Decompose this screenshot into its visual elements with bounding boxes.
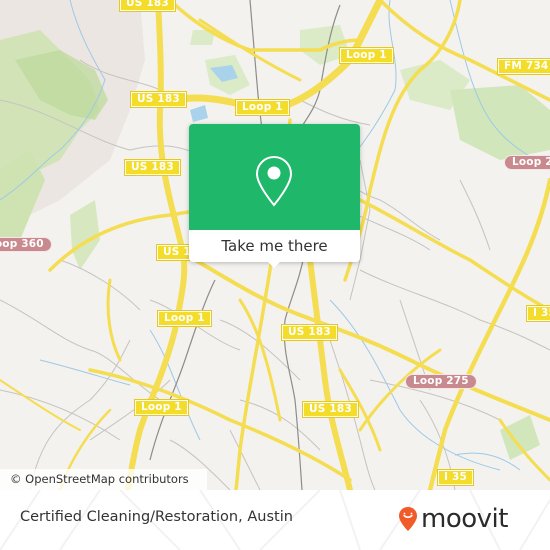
- popup-header: [189, 124, 360, 230]
- road-label-loop1: Loop 1: [339, 47, 394, 64]
- moovit-smile-pin-icon: [399, 507, 417, 531]
- park-area: [500, 415, 540, 460]
- moovit-logo[interactable]: moovit: [398, 504, 508, 534]
- road-label-us183: US 183: [124, 159, 181, 176]
- road-label-us183: US 183: [130, 91, 187, 108]
- map-attribution[interactable]: © OpenStreetMap contributors: [0, 469, 207, 490]
- road-label-loop1: Loop 1: [134, 399, 189, 416]
- road-label-loop275: Loop 275: [504, 155, 550, 170]
- road-label-us183: US 183: [119, 0, 176, 12]
- park-area: [450, 85, 550, 160]
- popup-pointer: [267, 261, 281, 268]
- road-label-i35: I 35: [437, 469, 474, 486]
- take-me-there-button[interactable]: Take me there: [189, 230, 360, 262]
- footer-bar: Certified Cleaning/Restoration, Austin m…: [0, 490, 550, 550]
- place-name: Certified Cleaning/Restoration, Austin: [20, 509, 293, 525]
- map-pin-icon: [255, 155, 293, 207]
- water-pond: [190, 105, 208, 122]
- road-label-i35: I 35: [526, 305, 550, 322]
- moovit-wordmark: moovit: [421, 504, 508, 534]
- map-view[interactable]: US 183 Loop 1 FM 734 US 183 Loop 1 US 18…: [0, 0, 550, 490]
- location-popup: Take me there: [189, 124, 360, 268]
- road-label-loop1: Loop 1: [235, 99, 290, 116]
- road-label-us183: US 183: [302, 401, 359, 418]
- road-label-fm734: FM 734: [496, 58, 550, 75]
- road-label-us183: US 183: [281, 324, 338, 341]
- road-label-loop360: Loop 360: [0, 237, 52, 252]
- road-label-loop275: Loop 275: [405, 374, 477, 389]
- road-label-loop1: Loop 1: [157, 310, 212, 327]
